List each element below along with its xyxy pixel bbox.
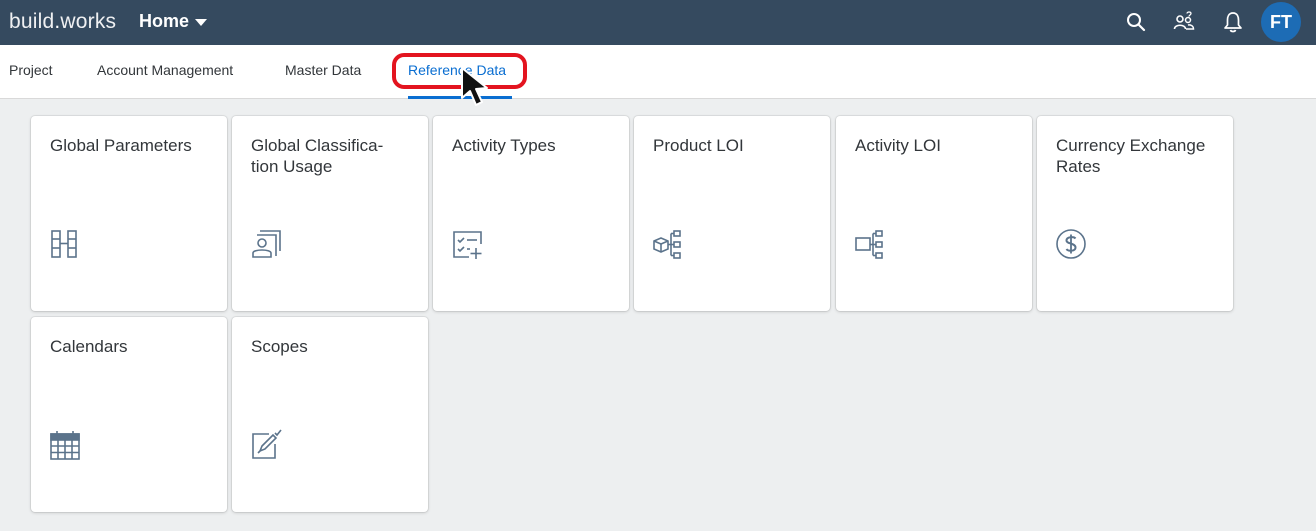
tab-project[interactable]: Project <box>9 62 53 78</box>
edit-form-icon <box>250 429 282 461</box>
tile-title: Scopes <box>251 337 308 356</box>
tile-title: Activity Types <box>452 136 556 155</box>
chevron-down-icon <box>195 18 208 26</box>
tile-title: Currency Exchange Rates <box>1056 136 1206 176</box>
tile-product-loi[interactable]: Product LOI <box>634 116 830 311</box>
tab-account-management[interactable]: Account Management <box>97 62 233 78</box>
avatar-initials: FT <box>1270 11 1292 32</box>
product-hierarchy-icon <box>652 228 684 260</box>
brand-part-1: build <box>9 10 55 33</box>
home-title: Home <box>139 11 190 31</box>
tile-currency-exchange-rates[interactable]: Currency Exchange Rates <box>1037 116 1233 311</box>
brand-logo[interactable]: build.works <box>9 10 116 34</box>
tile-title: Global Classifica- tion Usage <box>251 136 384 176</box>
hierarchy-icon <box>854 228 886 260</box>
tile-global-parameters[interactable]: Global Parameters <box>31 116 227 311</box>
tab-master-data[interactable]: Master Data <box>285 62 361 78</box>
checklist-add-icon <box>451 228 483 260</box>
people-icon[interactable] <box>1172 10 1196 34</box>
home-menu-button[interactable]: Home <box>139 10 208 32</box>
tile-title: Activity LOI <box>855 136 941 155</box>
tile-title: Product LOI <box>653 136 744 155</box>
user-avatar[interactable]: FT <box>1261 2 1301 42</box>
calendar-icon <box>49 429 81 461</box>
search-icon[interactable] <box>1124 10 1148 34</box>
tile-activity-loi[interactable]: Activity LOI <box>836 116 1032 311</box>
tile-calendars[interactable]: Calendars <box>31 317 227 512</box>
currency-icon <box>1055 228 1087 260</box>
tile-title: Global Parameters <box>50 136 192 155</box>
parameters-icon <box>49 228 81 260</box>
shell-bar: build.works Home FT <box>0 0 1316 45</box>
tile-title: Calendars <box>50 337 128 356</box>
highlight-annotation <box>392 53 527 89</box>
bell-icon[interactable] <box>1221 10 1245 34</box>
tile-global-classification-usage[interactable]: Global Classifica- tion Usage <box>232 116 428 311</box>
tab-bar: Project Account Management Master Data R… <box>0 45 1316 99</box>
tile-activity-types[interactable]: Activity Types <box>433 116 629 311</box>
user-documents-icon <box>250 228 282 260</box>
brand-part-2: works <box>60 10 117 33</box>
tile-scopes[interactable]: Scopes <box>232 317 428 512</box>
active-tab-indicator <box>408 96 512 99</box>
